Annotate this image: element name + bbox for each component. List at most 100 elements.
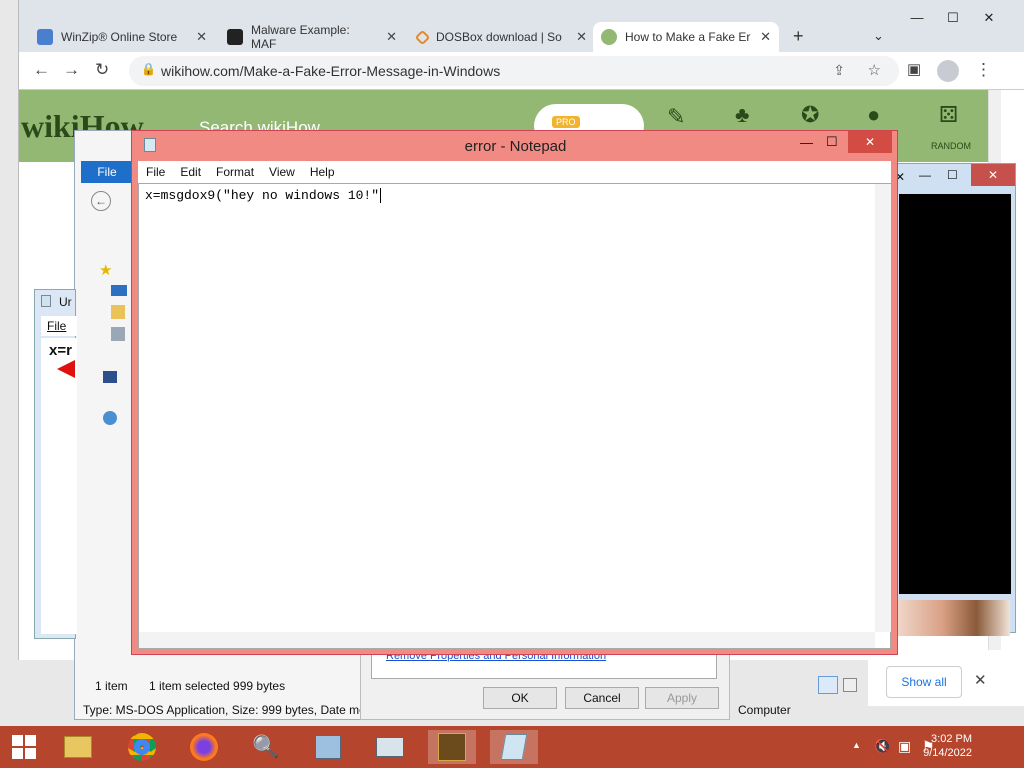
ok-button[interactable]: OK	[483, 687, 557, 709]
cancel-button[interactable]: Cancel	[565, 687, 639, 709]
taskbar: 🔍 ▲ 🔇 ▣ ⚑ 3:02 PM 9/14/2022	[0, 726, 1024, 768]
tab-search-icon[interactable]: ⌄	[873, 28, 884, 44]
dosbox-taskbar-icon[interactable]	[428, 730, 476, 764]
recent-places-icon[interactable]	[111, 327, 125, 341]
file-explorer-taskbar-icon[interactable]	[54, 730, 102, 764]
forward-icon[interactable]: →	[63, 60, 80, 80]
lock-icon: 🔒	[141, 62, 156, 76]
notepad-menubar: File Edit Format View Help	[138, 161, 891, 183]
computer-icon[interactable]	[103, 371, 117, 383]
close-icon[interactable]: ✕	[576, 29, 587, 45]
favorites-star-icon[interactable]: ★	[99, 261, 112, 279]
random-label[interactable]: RANDOM	[931, 141, 971, 151]
monitor-taskbar-icon[interactable]	[366, 730, 414, 764]
dice-icon[interactable]: ⚄	[939, 102, 958, 128]
pencil-icon[interactable]: ✎	[667, 104, 685, 130]
minimize-icon[interactable]: —	[899, 10, 935, 25]
downloads-bar: Show all ✕	[868, 660, 1024, 706]
menu-file[interactable]: File	[146, 165, 165, 179]
wikihow-favicon-icon	[601, 29, 617, 45]
pro-badge: PRO	[552, 116, 580, 128]
file-tab[interactable]: File	[81, 161, 133, 183]
maximize-icon[interactable]: ☐	[935, 10, 971, 26]
tab-wikihow[interactable]: How to Make a Fake Er ✕	[593, 22, 779, 52]
properties-link-area: Remove Properties and Personal Informati…	[371, 650, 717, 679]
status-selected: 1 item selected 999 bytes	[149, 679, 286, 693]
tab-dosbox[interactable]: DOSBox download | So ✕	[409, 22, 595, 52]
firefox-taskbar-icon[interactable]	[180, 730, 228, 764]
show-hidden-icons-icon[interactable]: ▲	[852, 740, 861, 750]
reload-icon[interactable]: ↻	[95, 60, 109, 80]
maximize-icon[interactable]: ☐	[947, 168, 958, 182]
notepad-taskbar-icon[interactable]	[490, 730, 538, 764]
chrome-taskbar-icon[interactable]	[118, 730, 166, 764]
console-window: ✕ — ☐ ✕	[890, 163, 1016, 633]
menu-edit[interactable]: Edit	[180, 165, 201, 179]
tab-malware[interactable]: Malware Example: MAF ✕	[219, 22, 405, 52]
diamond-favicon-icon	[414, 29, 431, 45]
notepad-title: error - Notepad	[464, 138, 567, 155]
close-icon[interactable]: ✕	[760, 29, 771, 45]
menu-help[interactable]: Help	[310, 165, 335, 179]
new-tab-button[interactable]: +	[793, 26, 804, 47]
volume-muted-icon[interactable]: 🔇	[874, 738, 891, 755]
minimize-icon[interactable]: —	[800, 135, 813, 150]
maximize-icon[interactable]: ☐	[826, 134, 838, 150]
thumbnail-image	[898, 600, 1010, 636]
browser-toolbar: ← → ↻ 🔒 wikihow.com/Make-a-Fake-Error-Me…	[19, 52, 1024, 90]
notepad-icon	[41, 295, 51, 307]
clock-date: 9/14/2022	[923, 747, 972, 759]
small-notepad-editor[interactable]: x=r	[41, 338, 77, 634]
close-window-icon[interactable]: ✕	[971, 164, 1015, 186]
side-panel-icon[interactable]: ▣	[907, 60, 921, 78]
text-caret	[380, 188, 382, 204]
notepad-window: error - Notepad — ☐ ✕ File Edit Format V…	[131, 130, 898, 655]
close-icon[interactable]: ✕	[196, 29, 207, 45]
taskbar-clock[interactable]: 3:02 PM 9/14/2022	[923, 732, 972, 760]
menu-format[interactable]: Format	[216, 165, 254, 179]
notepad-titlebar: error - Notepad — ☐ ✕	[132, 131, 899, 161]
archive-taskbar-icon[interactable]	[304, 730, 352, 764]
compass-icon[interactable]: ✪	[801, 102, 819, 128]
close-window-icon[interactable]: ✕	[848, 131, 892, 153]
small-notepad-window: Ur File x=r	[34, 289, 77, 639]
profile-avatar[interactable]	[937, 60, 959, 82]
network-icon[interactable]	[103, 411, 117, 425]
console-output	[899, 194, 1011, 594]
clock-time: 3:02 PM	[931, 733, 972, 745]
back-icon[interactable]: ←	[33, 60, 50, 80]
editor-text-line: x=msgdox9("hey no windows 10!"	[145, 188, 382, 204]
windows-logo-icon	[12, 735, 36, 759]
vertical-scrollbar[interactable]	[875, 184, 891, 632]
computer-label: Computer	[738, 703, 791, 717]
close-window-icon[interactable]: ✕	[971, 10, 1007, 26]
network-icon[interactable]: ▣	[898, 738, 911, 755]
red-arrow-icon	[57, 360, 75, 378]
address-bar[interactable]: 🔒 wikihow.com/Make-a-Fake-Error-Message-…	[129, 56, 899, 86]
winzip-favicon-icon	[37, 29, 53, 45]
tab-strip: WinZip® Online Store ✕ Malware Example: …	[19, 0, 1024, 52]
menu-kebab-icon[interactable]: ⋮	[975, 60, 992, 80]
bookmark-star-icon[interactable]: ☆	[868, 61, 881, 79]
horizontal-scrollbar[interactable]	[139, 632, 875, 648]
menu-view[interactable]: View	[269, 165, 295, 179]
close-icon[interactable]: ✕	[386, 29, 397, 45]
apply-button[interactable]: Apply	[645, 687, 719, 709]
share-icon[interactable]: ⇪	[833, 62, 845, 79]
sprout-icon[interactable]: ♣	[735, 102, 749, 128]
file-type-details: Type: MS-DOS Application, Size: 999 byte…	[83, 703, 366, 717]
desktop-icon[interactable]	[111, 285, 127, 296]
close-icon[interactable]: ✕	[974, 671, 987, 689]
search-tool-taskbar-icon[interactable]: 🔍	[242, 730, 290, 764]
downloads-icon[interactable]	[111, 305, 125, 319]
menu-file[interactable]: File	[47, 319, 66, 333]
start-button[interactable]	[0, 730, 48, 764]
user-icon[interactable]: ●	[867, 102, 880, 128]
minimize-icon[interactable]: —	[919, 168, 931, 182]
tab-winzip[interactable]: WinZip® Online Store ✕	[29, 22, 215, 52]
back-icon[interactable]: ←	[91, 191, 111, 211]
details-view-icon[interactable]	[818, 676, 838, 694]
notepad-editor[interactable]: x=msgdox9("hey no windows 10!"	[138, 183, 891, 649]
tiles-view-icon[interactable]	[843, 678, 857, 692]
show-all-button[interactable]: Show all	[886, 666, 962, 698]
